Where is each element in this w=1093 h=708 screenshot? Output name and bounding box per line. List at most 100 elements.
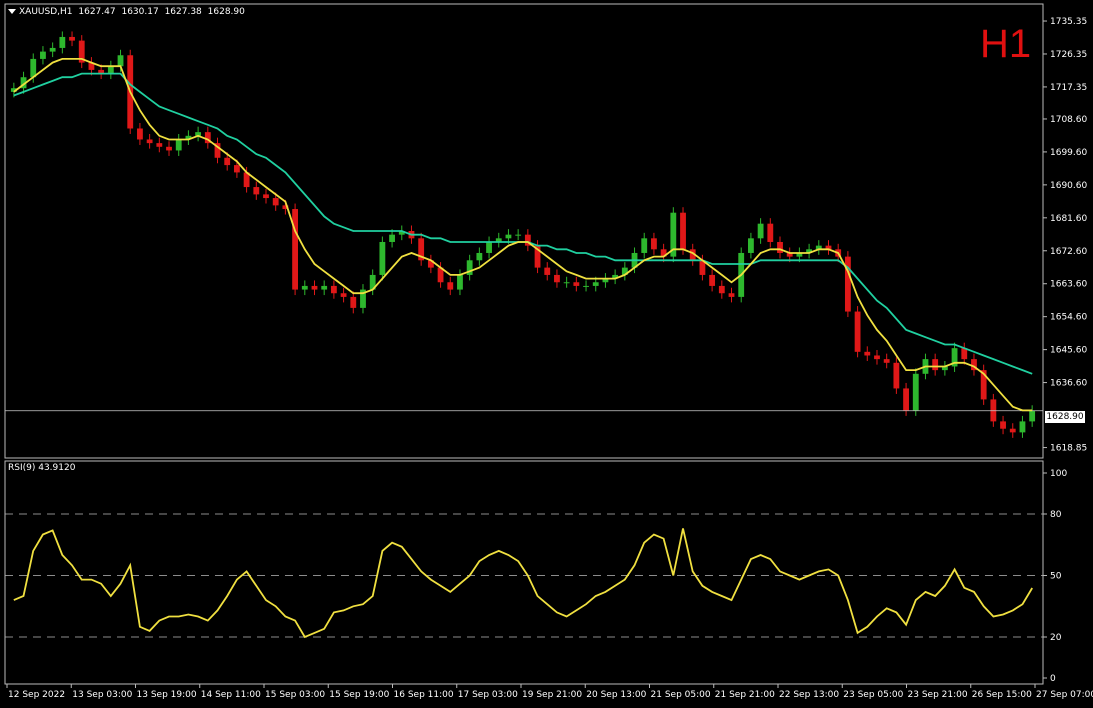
candle-body xyxy=(457,274,463,290)
candle-body xyxy=(253,187,260,195)
chart-frame xyxy=(4,3,1044,685)
candle-body xyxy=(932,359,939,371)
candle-body xyxy=(903,388,909,411)
high-value: 1630.17 xyxy=(121,7,159,17)
time-tick-label: 14 Sep 11:00 xyxy=(201,690,261,700)
open-value: 1627.47 xyxy=(78,7,116,17)
time-tick-label: 21 Sep 05:00 xyxy=(651,690,711,700)
price-tick-label: 1654.60 xyxy=(1050,313,1087,323)
rsi-line xyxy=(13,528,1033,639)
rsi-tick-label: 80 xyxy=(1050,510,1062,520)
candle-body xyxy=(330,285,337,294)
symbol-label: XAUUSD,H1 xyxy=(19,7,73,17)
candle-body xyxy=(272,198,279,206)
candle-body xyxy=(583,285,589,287)
close-value: 1628.90 xyxy=(207,7,245,17)
candle-body xyxy=(554,274,560,283)
price-tick-label: 1672.60 xyxy=(1050,247,1087,257)
price-tick-label: 1708.60 xyxy=(1050,115,1087,125)
timeframe-label: H1 xyxy=(980,22,1032,66)
candle-body xyxy=(505,234,512,239)
candle-body xyxy=(767,223,774,242)
price-tick-label: 1663.60 xyxy=(1050,280,1087,290)
rsi-panel-border xyxy=(4,460,1044,685)
candle-body xyxy=(389,234,395,242)
candle-body xyxy=(709,274,716,286)
candle-body xyxy=(59,36,66,48)
candle-body xyxy=(166,146,172,151)
dropdown-triangle-icon[interactable] xyxy=(8,9,16,14)
candle-body xyxy=(137,128,143,140)
current-price-label: 1628.90 xyxy=(1045,411,1085,423)
price-panel-border xyxy=(4,3,1044,459)
rsi-panel: 100 80 50 20 0 xyxy=(5,469,1067,684)
candle-body xyxy=(40,51,46,59)
candle-body xyxy=(757,223,764,239)
candle-body xyxy=(680,212,686,250)
candle-body xyxy=(263,194,269,199)
time-tick-label: 23 Sep 05:00 xyxy=(843,690,903,700)
time-tick-label: 27 Sep 07:00 xyxy=(1036,690,1093,700)
candle-body xyxy=(592,282,599,286)
time-tick-label: 15 Sep 19:00 xyxy=(329,690,389,700)
price-tick-label: 1618.85 xyxy=(1050,444,1087,454)
candles xyxy=(5,31,1043,438)
candle-body xyxy=(69,36,75,41)
price-tick-label: 1690.60 xyxy=(1050,181,1087,191)
time-tick-label: 26 Sep 15:00 xyxy=(972,690,1032,700)
rsi-tick-label: 20 xyxy=(1050,633,1062,643)
rsi-header: RSI(9) 43.9120 xyxy=(8,463,76,473)
candle-body xyxy=(107,66,114,74)
candle-body xyxy=(321,285,328,290)
time-tick-label: 17 Sep 03:00 xyxy=(458,690,518,700)
candle-body xyxy=(728,293,735,297)
candle-body xyxy=(544,267,551,275)
candle-body xyxy=(883,359,890,363)
time-tick-label: 13 Sep 03:00 xyxy=(72,690,132,700)
time-tick-label: 22 Sep 13:00 xyxy=(779,690,839,700)
candle-body xyxy=(340,293,347,297)
candle-body xyxy=(777,241,783,253)
price-tick-label: 1681.60 xyxy=(1050,214,1087,224)
price-tick-label: 1645.60 xyxy=(1050,346,1087,356)
candle-body xyxy=(1029,410,1036,422)
time-tick-label: 23 Sep 21:00 xyxy=(908,690,968,700)
time-tick-label: 12 Sep 2022 xyxy=(8,690,65,700)
candle-body xyxy=(30,58,37,78)
rsi-tick-label: 50 xyxy=(1050,572,1062,582)
candle-body xyxy=(1019,421,1026,433)
price-tick-label: 1717.35 xyxy=(1050,83,1087,93)
time-axis: 12 Sep 2022 13 Sep 03:00 13 Sep 19:00 14 Se… xyxy=(6,684,1093,700)
candle-body xyxy=(1009,428,1016,433)
rsi-tick-label: 100 xyxy=(1050,469,1067,479)
candle-body xyxy=(573,282,580,286)
candle-body xyxy=(844,256,851,312)
time-tick-label: 15 Sep 03:00 xyxy=(265,690,325,700)
candle-body xyxy=(233,165,240,173)
candle-body xyxy=(175,139,182,151)
time-tick-label: 19 Sep 21:00 xyxy=(522,690,582,700)
candle-body xyxy=(864,351,871,356)
candle-body xyxy=(641,238,648,253)
candle-body xyxy=(747,238,754,253)
candle-body xyxy=(486,241,492,253)
time-tick-label: 20 Sep 13:00 xyxy=(586,690,646,700)
price-tick-label: 1726.35 xyxy=(1050,50,1087,60)
candle-body xyxy=(292,209,299,290)
candle-body xyxy=(563,282,570,284)
candle-body xyxy=(311,285,318,290)
price-axis: 1735.35 1726.35 1717.35 1708.60 1699.60 1690.… xyxy=(1043,17,1087,454)
rsi-tick-label: 0 xyxy=(1050,674,1056,684)
ma-slow-line xyxy=(13,72,1033,375)
candle-body xyxy=(718,285,725,294)
candle-body xyxy=(476,252,483,261)
price-tick-label: 1735.35 xyxy=(1050,17,1087,27)
candle-body xyxy=(912,373,919,411)
candle-body xyxy=(379,241,386,275)
candle-body xyxy=(301,285,308,290)
time-tick-label: 13 Sep 19:00 xyxy=(137,690,197,700)
time-tick-label: 16 Sep 11:00 xyxy=(394,690,454,700)
candle-body xyxy=(1000,421,1006,429)
low-value: 1627.38 xyxy=(164,7,202,17)
candle-body xyxy=(156,143,163,147)
